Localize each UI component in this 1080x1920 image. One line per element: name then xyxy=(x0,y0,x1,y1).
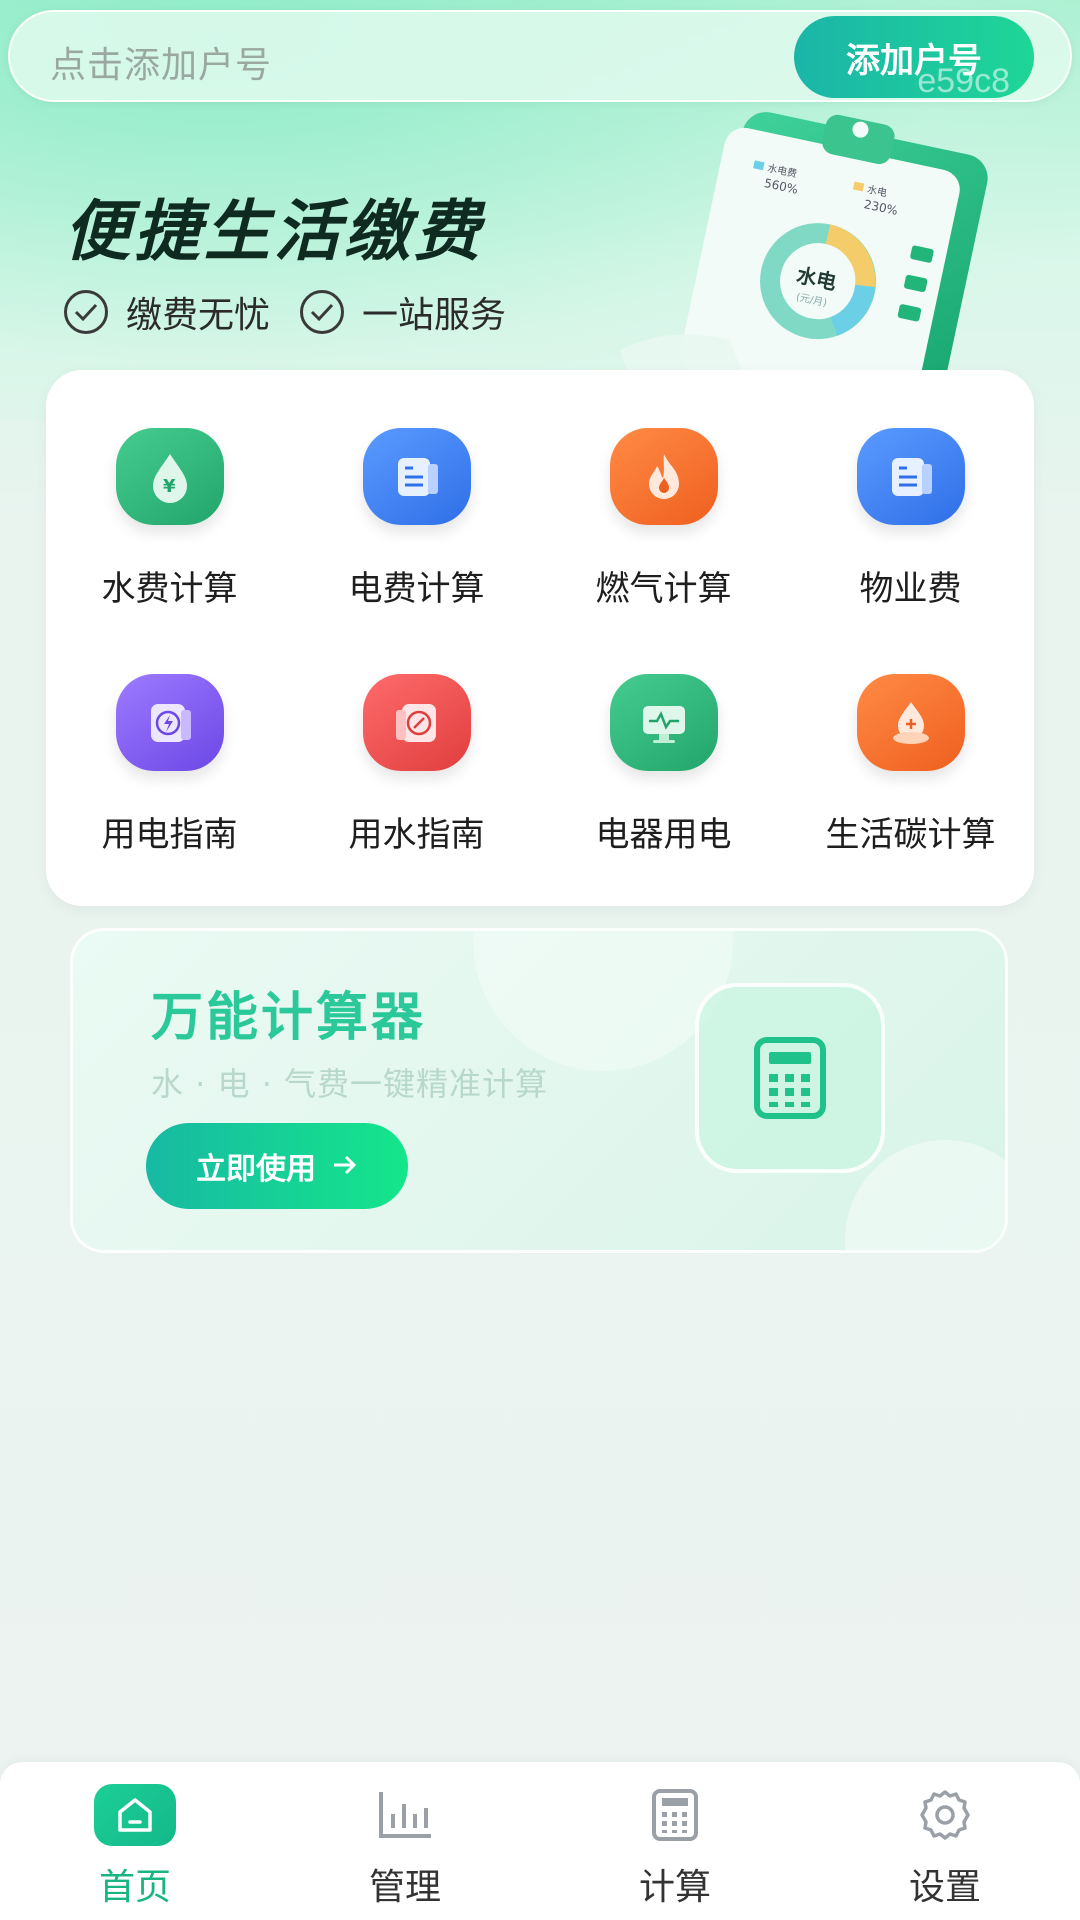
nav-label: 首页 xyxy=(98,1867,171,1908)
hero-tag: 一站服务 xyxy=(300,286,506,338)
bar-chart-icon xyxy=(364,1784,446,1846)
watermark: e59c8 xyxy=(917,62,1010,100)
svg-text:¥: ¥ xyxy=(163,476,176,497)
gear-icon xyxy=(904,1784,986,1846)
use-now-label: 立即使用 xyxy=(196,1152,316,1187)
appliance-monitor-icon xyxy=(609,674,718,771)
flame-icon xyxy=(609,428,718,525)
nav-label: 设置 xyxy=(908,1867,981,1908)
water-drop-icon: ¥ xyxy=(115,428,224,525)
function-grid: ¥ 水费计算 电费计算 燃气计算 物业费 用电指南 用水指南 电器用电 生活碳计… xyxy=(46,370,1034,906)
grid-item-water-guide[interactable]: 用水指南 xyxy=(293,616,540,856)
nav-item-settings[interactable]: 设置 xyxy=(810,1762,1080,1920)
check-circle-icon xyxy=(300,290,345,334)
carbon-icon xyxy=(856,674,965,771)
hero-tag: 缴费无忧 xyxy=(64,286,270,338)
calculator-icon xyxy=(634,1784,716,1846)
water-guide-icon xyxy=(362,674,471,771)
grid-item-property-fee[interactable]: 物业费 xyxy=(787,370,1034,610)
search-placeholder[interactable]: 点击添加户号 xyxy=(50,36,272,88)
check-circle-icon xyxy=(64,290,108,334)
nav-item-calculate[interactable]: 计算 xyxy=(540,1762,810,1920)
bottom-nav: 首页 管理 计算 设置 xyxy=(0,1762,1080,1920)
function-grid-card: ¥ 水费计算 电费计算 燃气计算 物业费 用电指南 用水指南 电器用电 生活碳计… xyxy=(46,370,1034,906)
grid-item-appliance-power[interactable]: 电器用电 xyxy=(540,616,787,856)
grid-item-label: 燃气计算 xyxy=(595,569,732,609)
property-bill-icon xyxy=(856,428,965,525)
use-now-button[interactable]: 立即使用 xyxy=(146,1123,408,1209)
clipboard-illustration: 水电 (元/月) 水电费 560% 水电 230% xyxy=(620,112,988,380)
nav-label: 计算 xyxy=(638,1867,711,1908)
hero-tag-label: 一站服务 xyxy=(362,295,507,336)
calculator-icon xyxy=(695,983,885,1173)
promo-title: 万能计算器 xyxy=(151,988,427,1048)
electric-bill-icon xyxy=(362,428,471,525)
grid-item-carbon-calc[interactable]: 生活碳计算 xyxy=(787,616,1034,856)
grid-item-label: 生活碳计算 xyxy=(825,815,996,855)
promo-subtitle: 水 · 电 · 气费一键精准计算 xyxy=(151,1065,549,1103)
home-icon xyxy=(94,1784,176,1846)
lightning-guide-icon xyxy=(115,674,224,771)
grid-item-label: 水费计算 xyxy=(101,569,238,609)
grid-item-water-fee[interactable]: ¥ 水费计算 xyxy=(46,370,293,610)
grid-item-label: 用电指南 xyxy=(101,815,238,855)
nav-label: 管理 xyxy=(368,1867,441,1908)
grid-item-label: 电费计算 xyxy=(348,569,485,609)
hero-title: 便捷生活缴费 xyxy=(64,193,484,270)
arrow-right-icon xyxy=(332,1149,358,1184)
nav-item-manage[interactable]: 管理 xyxy=(270,1762,540,1920)
grid-item-power-guide[interactable]: 用电指南 xyxy=(46,616,293,856)
nav-item-home[interactable]: 首页 xyxy=(0,1762,270,1920)
calculator-promo-card[interactable]: 万能计算器 水 · 电 · 气费一键精准计算 立即使用 xyxy=(70,928,1008,1253)
decor-circle xyxy=(473,931,733,1071)
grid-item-gas-calc[interactable]: 燃气计算 xyxy=(540,370,787,610)
hero-tag-label: 缴费无忧 xyxy=(126,295,271,336)
search-bar[interactable]: 点击添加户号 添加户号 e59c8 xyxy=(8,10,1072,102)
grid-item-label: 用水指南 xyxy=(348,815,485,855)
grid-item-label: 物业费 xyxy=(859,569,962,609)
grid-item-electric-fee[interactable]: 电费计算 xyxy=(293,370,540,610)
grid-item-label: 电器用电 xyxy=(595,815,732,855)
hero-tags: 缴费无忧 一站服务 xyxy=(64,286,506,338)
